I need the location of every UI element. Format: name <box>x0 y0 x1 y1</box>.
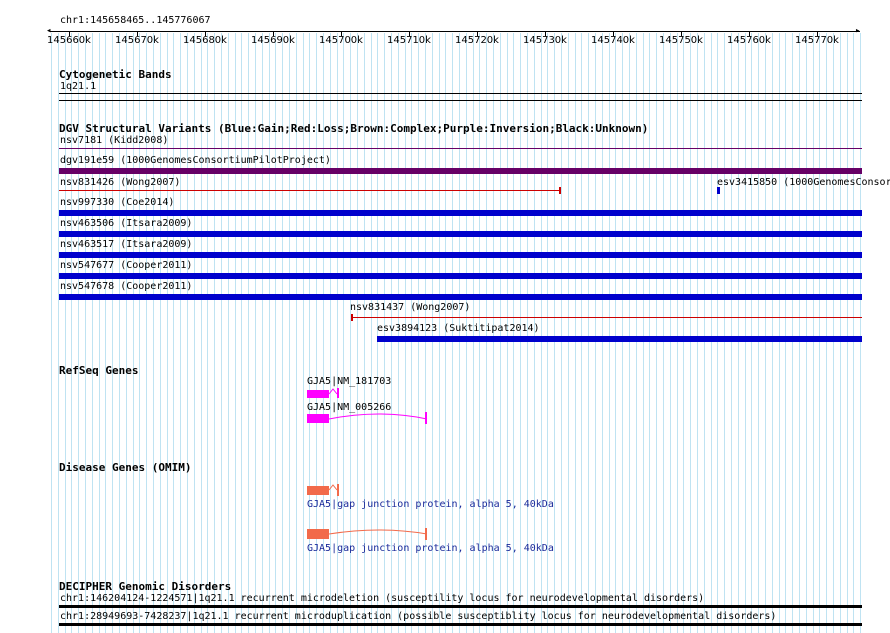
variant-gain-bar[interactable] <box>59 210 862 216</box>
dgv-track-title[interactable]: DGV Structural Variants (Blue:Gain;Red:L… <box>59 122 648 135</box>
grid-line <box>697 33 698 633</box>
cytoband-bar-top <box>59 93 862 94</box>
decipher-item-label[interactable]: chr1:28949693-7428237|1q21.1 recurrent m… <box>60 611 776 622</box>
grid-line <box>847 33 848 633</box>
grid-line <box>758 33 759 633</box>
grid-line <box>819 33 820 633</box>
grid-line <box>649 33 650 633</box>
grid-line <box>670 33 671 633</box>
grid-line <box>751 33 752 633</box>
variant-label[interactable]: nsv831437 (Wong2007) <box>350 302 470 313</box>
variant-gain-bar[interactable] <box>717 187 720 194</box>
decipher-bar[interactable] <box>59 623 862 626</box>
variant-label[interactable]: nsv547677 (Cooper2011) <box>60 260 192 271</box>
variant-label[interactable]: nsv463517 (Itsara2009) <box>60 239 192 250</box>
variant-inversion-bar[interactable] <box>59 168 862 174</box>
variant-loss-end <box>559 187 561 194</box>
grid-line <box>792 33 793 633</box>
variant-loss-line[interactable] <box>351 317 862 318</box>
refseq-track-title[interactable]: RefSeq Genes <box>59 364 138 377</box>
variant-gain-bar[interactable] <box>59 273 862 279</box>
variant-label[interactable]: dgv191e59 (1000GenomesConsortiumPilotPro… <box>60 155 331 166</box>
gene-model-nm181703[interactable] <box>305 386 345 400</box>
ruler-tick-label: 145700k <box>319 35 363 46</box>
cytoband-track-title[interactable]: Cytogenetic Bands <box>59 68 172 81</box>
ruler-tick-label: 145750k <box>659 35 703 46</box>
grid-line <box>785 33 786 633</box>
grid-line <box>663 33 664 633</box>
grid-line <box>826 33 827 633</box>
variant-loss-line[interactable] <box>59 190 560 191</box>
variant-gain-bar[interactable] <box>59 294 862 300</box>
grid-line <box>833 33 834 633</box>
decipher-track-title[interactable]: DECIPHER Genomic Disorders <box>59 580 231 593</box>
grid-line <box>704 33 705 633</box>
ruler-tick-label: 145670k <box>115 35 159 46</box>
grid-line <box>656 33 657 633</box>
grid-line <box>745 33 746 633</box>
gene-model-nm005266[interactable] <box>305 410 435 426</box>
cytoband-bar-bottom <box>59 100 862 101</box>
variant-label[interactable]: nsv7181 (Kidd2008) <box>60 135 168 146</box>
grid-line <box>683 33 684 633</box>
decipher-item-label[interactable]: chr1:146204124-1224571|1q21.1 recurrent … <box>60 593 704 604</box>
variant-label[interactable]: nsv547678 (Cooper2011) <box>60 281 192 292</box>
grid-line <box>51 33 52 633</box>
grid-line <box>799 33 800 633</box>
grid-line <box>779 33 780 633</box>
grid-line <box>860 33 861 633</box>
omim-gene-model[interactable] <box>305 482 345 498</box>
grid-line <box>840 33 841 633</box>
grid-line <box>806 33 807 633</box>
variant-label[interactable]: nsv831426 (Wong2007) <box>60 177 180 188</box>
ruler-tick-label: 145770k <box>795 35 839 46</box>
grid-line <box>772 33 773 633</box>
variant-loss-end <box>351 314 353 321</box>
ruler-tick-label: 145720k <box>455 35 499 46</box>
omim-gene-model[interactable] <box>305 526 435 542</box>
ruler-tick-label: 145730k <box>523 35 567 46</box>
grid-line <box>717 33 718 633</box>
ruler-tick-label: 145690k <box>251 35 295 46</box>
ruler-axis <box>50 31 860 32</box>
variant-gain-bar[interactable] <box>377 336 862 342</box>
variant-label[interactable]: esv3415850 (1000GenomesConsor <box>717 177 890 188</box>
ruler-tick-label: 145760k <box>727 35 771 46</box>
cytoband-label[interactable]: 1q21.1 <box>60 81 96 92</box>
variant-inversion-line[interactable] <box>59 148 862 149</box>
grid-line <box>724 33 725 633</box>
variant-gain-bar[interactable] <box>59 231 862 237</box>
ruler-tick-label: 145740k <box>591 35 635 46</box>
omim-gene-label[interactable]: GJA5|gap junction protein, alpha 5, 40kD… <box>307 499 554 510</box>
grid-line <box>677 33 678 633</box>
variant-label[interactable]: nsv463506 (Itsara2009) <box>60 218 192 229</box>
grid-line <box>853 33 854 633</box>
ruler-tick-label: 145660k <box>47 35 91 46</box>
grid-line <box>711 33 712 633</box>
grid-line <box>738 33 739 633</box>
grid-line <box>765 33 766 633</box>
scroll-right-arrow[interactable]: ▸ <box>855 27 860 36</box>
decipher-bar[interactable] <box>59 605 862 608</box>
variant-label[interactable]: nsv997330 (Coe2014) <box>60 197 174 208</box>
grid-line <box>813 33 814 633</box>
ruler-tick-label: 145710k <box>387 35 431 46</box>
ruler-tick-label: 145680k <box>183 35 227 46</box>
grid-line <box>690 33 691 633</box>
variant-label[interactable]: esv3894123 (Suktitipat2014) <box>377 323 540 334</box>
omim-gene-label[interactable]: GJA5|gap junction protein, alpha 5, 40kD… <box>307 543 554 554</box>
grid-line <box>731 33 732 633</box>
variant-gain-bar[interactable] <box>59 252 862 258</box>
omim-track-title[interactable]: Disease Genes (OMIM) <box>59 461 191 474</box>
location-label: chr1:145658465..145776067 <box>60 15 211 26</box>
